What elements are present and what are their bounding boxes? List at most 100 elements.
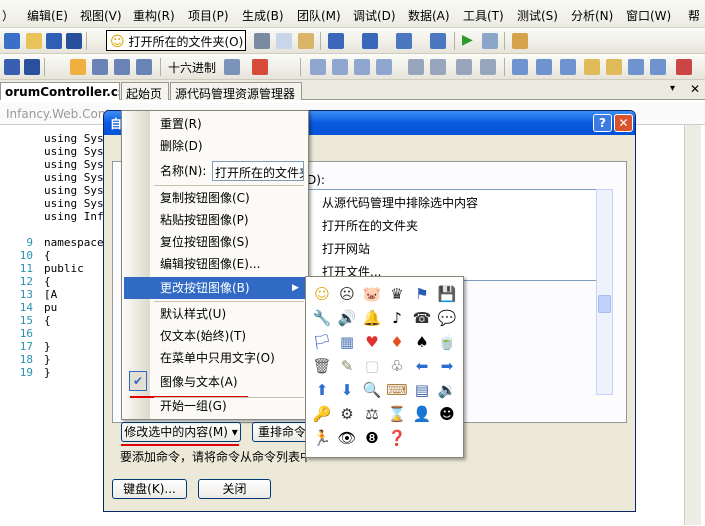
picker-image-icon[interactable]: ▢ — [361, 355, 383, 377]
delete-icon[interactable] — [676, 59, 692, 75]
save-icon[interactable] — [46, 33, 62, 49]
tab-dropdown-icon[interactable]: ▾ — [670, 83, 675, 94]
menu-item-edit[interactable]: 编辑(E) — [27, 7, 68, 24]
list-item[interactable]: 从源代码管理中排除选中内容 — [322, 194, 478, 211]
navigate-backward-icon[interactable] — [396, 33, 412, 49]
menu-item-test[interactable]: 测试(S) — [517, 7, 558, 24]
scrollbar-thumb[interactable] — [598, 295, 611, 313]
menu-item-build[interactable]: 生成(B) — [242, 7, 284, 24]
copy-icon[interactable] — [276, 33, 292, 49]
keyboard-button[interactable]: 键盘(K)... — [112, 479, 187, 499]
window-icon-3[interactable] — [560, 59, 576, 75]
picker-image-icon[interactable]: ⬇ — [336, 379, 358, 401]
picker-image-icon[interactable]: ▦ — [336, 331, 358, 353]
picker-image-icon[interactable]: 🔔 — [361, 307, 383, 329]
step-out-icon[interactable] — [136, 59, 152, 75]
step-into-icon[interactable] — [92, 59, 108, 75]
picker-image-icon[interactable]: 🔉 — [436, 379, 458, 401]
picker-image-icon[interactable]: ⬆ — [311, 379, 333, 401]
folder-open-icon[interactable] — [606, 59, 622, 75]
menu-item-reset[interactable]: 重置(R) — [124, 113, 306, 135]
menu-item-data[interactable]: 数据(A) — [408, 7, 450, 24]
picker-image-icon[interactable]: 🏃 — [311, 427, 333, 449]
window-icon-5[interactable] — [650, 59, 666, 75]
folder-icon[interactable] — [584, 59, 600, 75]
picker-image-icon[interactable]: 🔑 — [311, 403, 333, 425]
breakpoint-icon[interactable] — [224, 59, 240, 75]
picker-image-icon[interactable]: 🏳 — [311, 331, 333, 353]
picker-image-icon[interactable]: ⚙ — [336, 403, 358, 425]
align-center-icon[interactable] — [430, 59, 446, 75]
menu-item-copy-image[interactable]: 复制按钮图像(C) — [124, 187, 306, 209]
picker-image-icon[interactable]: 🗑 — [311, 355, 333, 377]
picker-image-icon[interactable]: 🔧 — [311, 307, 333, 329]
picker-image-icon[interactable]: ▤ — [411, 379, 433, 401]
picker-image-icon[interactable]: ⚖ — [361, 403, 383, 425]
tab-start-page[interactable]: 起始页 — [121, 82, 169, 101]
close-icon[interactable]: ✕ — [614, 114, 633, 132]
navigate-forward-icon[interactable] — [430, 33, 446, 49]
picker-image-icon[interactable]: ⌛ — [386, 403, 408, 425]
stop-icon[interactable] — [4, 59, 20, 75]
window-icon-2[interactable] — [536, 59, 552, 75]
menu-item-debug[interactable]: 调试(D) — [353, 7, 396, 24]
picker-image-icon[interactable]: 🔍 — [361, 379, 383, 401]
picker-image-icon[interactable]: 🔊 — [336, 307, 358, 329]
tab-source-control-explorer[interactable]: 源代码管理资源管理器 — [170, 82, 302, 101]
step-over-icon[interactable] — [114, 59, 130, 75]
menu-item-partial[interactable]: ） — [2, 7, 14, 24]
hexadecimal-button[interactable]: 十六进制 — [168, 59, 216, 76]
picker-image-icon[interactable]: ❽ — [361, 427, 383, 449]
windows-icon[interactable] — [252, 59, 268, 75]
menu-item-change-image[interactable]: 更改按钮图像(B) ▶ — [124, 277, 306, 299]
paste-icon[interactable] — [298, 33, 314, 49]
open-folder-icon[interactable] — [26, 33, 42, 49]
start-debugging-icon[interactable]: ▶ — [462, 32, 473, 48]
picker-image-icon[interactable]: ⌨ — [386, 379, 408, 401]
picker-image-icon[interactable]: ♦ — [386, 331, 408, 353]
window-icon-4[interactable] — [628, 59, 644, 75]
menu-item-window[interactable]: 窗口(W) — [626, 7, 671, 24]
menu-item-edit-image[interactable]: 编辑按钮图像(E)... — [124, 253, 306, 275]
name-field[interactable]: 打开所在的文件夹 — [212, 161, 304, 181]
list-item[interactable]: 打开所在的文件夹 — [322, 217, 418, 234]
menu-item-text-only-in-menus[interactable]: 在菜单中只用文字(O) — [124, 347, 306, 369]
modify-selection-button[interactable]: 修改选中的内容(M) ▾ — [121, 422, 241, 442]
picker-image-icon[interactable]: ♛ — [386, 283, 408, 305]
picker-image-icon[interactable]: 💬 — [436, 307, 458, 329]
tab-forum-controller[interactable]: orumController.cs — [0, 82, 120, 100]
close-button[interactable]: 关闭 — [198, 479, 271, 499]
menu-item-tools[interactable]: 工具(T) — [463, 7, 504, 24]
menu-item-paste-image[interactable]: 粘贴按钮图像(P) — [124, 209, 306, 231]
format-icon-2[interactable] — [332, 59, 348, 75]
rearrange-commands-button[interactable]: 重排命令 — [252, 422, 312, 442]
picker-image-icon[interactable]: 🍵 — [436, 331, 458, 353]
menu-item-default-style[interactable]: 默认样式(U) — [124, 303, 306, 325]
vertical-scrollbar[interactable] — [684, 125, 701, 525]
picker-image-icon[interactable]: ⚑ — [411, 283, 433, 305]
list-scrollbar[interactable] — [596, 189, 613, 395]
menu-item-reset-image[interactable]: 复位按钮图像(S) — [124, 231, 306, 253]
picker-image-icon[interactable]: ⬅ — [411, 355, 433, 377]
stop-debugging-icon[interactable] — [24, 59, 40, 75]
menu-item-delete[interactable]: 删除(D) — [124, 135, 306, 157]
menu-item-text-only-always[interactable]: 仅文本(始终)(T) — [124, 325, 306, 347]
extension-icon[interactable] — [512, 33, 528, 49]
align-right-icon[interactable] — [456, 59, 472, 75]
menu-item-project[interactable]: 项目(P) — [188, 7, 229, 24]
new-project-icon[interactable] — [4, 33, 20, 49]
align-left-icon[interactable] — [408, 59, 424, 75]
menu-item-help[interactable]: 帮 — [688, 7, 700, 24]
picker-image-icon[interactable]: ❓ — [386, 427, 408, 449]
find-icon[interactable] — [482, 33, 498, 49]
picker-image-icon[interactable]: 👁 — [336, 427, 358, 449]
picker-image-icon[interactable]: 👤 — [411, 403, 433, 425]
redo-icon[interactable] — [362, 33, 378, 49]
list-item[interactable]: 打开网站 — [322, 240, 370, 257]
save-all-icon[interactable] — [66, 33, 82, 49]
help-button[interactable]: ? — [593, 114, 612, 132]
tab-close-icon[interactable]: ✕ — [690, 82, 700, 96]
picker-image-icon[interactable]: ☺ — [311, 283, 333, 305]
format-icon-4[interactable] — [376, 59, 392, 75]
open-containing-folder-button[interactable]: ☺ 打开所在的文件夹(O) — [106, 30, 246, 51]
